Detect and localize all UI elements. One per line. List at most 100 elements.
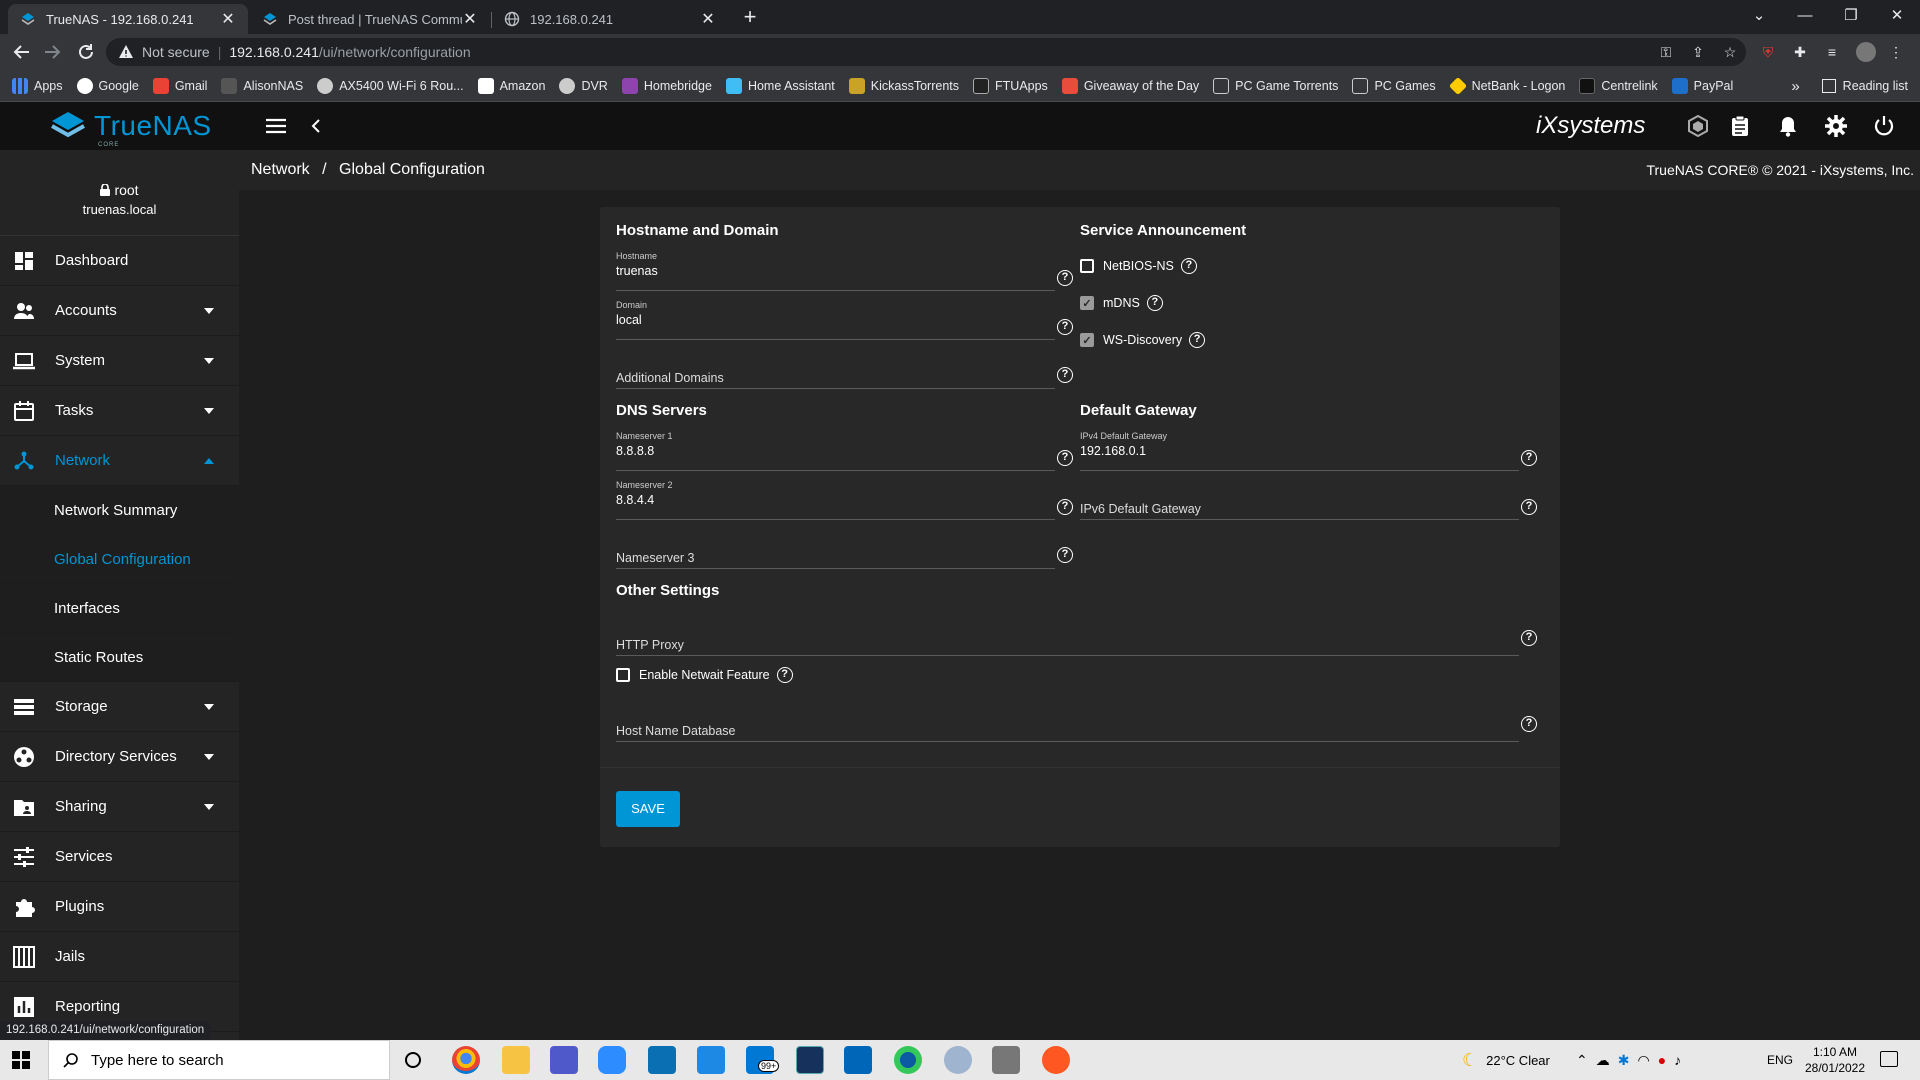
tab-search-icon[interactable]: ⌄ (1736, 0, 1782, 30)
sidebar-item-storage[interactable]: Storage (0, 682, 239, 732)
collapse-sidebar-icon[interactable] (304, 114, 328, 138)
bookmark-centrelink[interactable]: Centrelink (1579, 77, 1658, 94)
help-icon[interactable]: ? (1521, 450, 1537, 466)
teams-icon[interactable] (550, 1046, 578, 1074)
help-icon[interactable]: ? (1057, 499, 1073, 515)
bookmark-giveaway[interactable]: Giveaway of the Day (1061, 77, 1199, 94)
help-icon[interactable]: ? (1521, 716, 1537, 732)
settings-gear-icon[interactable] (1824, 114, 1848, 138)
notification-center-icon[interactable] (1880, 1051, 1898, 1067)
ublock-extension-icon[interactable]: ⛨ (1758, 42, 1778, 62)
settings-app-icon[interactable] (944, 1046, 972, 1074)
sidebar-item-interfaces[interactable]: Interfaces (0, 584, 239, 633)
netbios-checkbox[interactable]: NetBIOS-NS ? (1080, 258, 1197, 274)
back-icon[interactable] (8, 38, 36, 66)
antivirus-icon[interactable]: ● (1658, 1052, 1674, 1068)
bookmark-paypal[interactable]: PayPal (1671, 77, 1733, 94)
mail-icon[interactable]: 99+ (746, 1046, 780, 1074)
help-icon[interactable]: ? (1057, 270, 1073, 286)
help-icon[interactable]: ? (1521, 630, 1537, 646)
reading-list[interactable]: Reading list (1843, 79, 1908, 93)
sidebar-item-dashboard[interactable]: Dashboard (0, 236, 239, 286)
forward-icon[interactable] (38, 38, 66, 66)
hostname-field[interactable]: Hostname truenas (616, 247, 1055, 291)
file-explorer-icon[interactable] (502, 1046, 530, 1074)
app-icon[interactable] (992, 1046, 1020, 1074)
nameserver2-field[interactable]: Nameserver 2 8.8.4.4 (616, 476, 1055, 520)
bookmark-homebridge[interactable]: Homebridge (621, 77, 712, 94)
netwait-checkbox[interactable]: Enable Netwait Feature ? (616, 667, 793, 683)
key-icon[interactable]: ⚿ (1656, 42, 1676, 62)
sidebar-item-plugins[interactable]: Plugins (0, 882, 239, 932)
nameserver3-field[interactable]: Nameserver 3 (616, 525, 1055, 569)
bookmark-pc-games[interactable]: PC Games (1352, 77, 1436, 94)
share-icon[interactable]: ⇪ (1688, 42, 1708, 62)
app-icon[interactable] (1042, 1046, 1070, 1074)
checkbox-unchecked[interactable] (616, 668, 630, 682)
help-icon[interactable]: ? (1057, 547, 1073, 563)
bookmark-alisonnas[interactable]: AlisonNAS (221, 77, 303, 94)
new-tab-button[interactable]: + (736, 4, 764, 32)
language-indicator[interactable]: ENG (1767, 1040, 1793, 1080)
cortana-icon[interactable] (405, 1052, 421, 1068)
star-icon[interactable]: ☆ (1720, 42, 1740, 62)
help-icon[interactable]: ? (1180, 258, 1197, 274)
bookmark-gmail[interactable]: Gmail (152, 77, 207, 94)
tray-overflow-icon[interactable]: ⌃ (1576, 1052, 1596, 1069)
additional-domains-field[interactable]: Additional Domains (616, 345, 1055, 389)
browser-tab-ip[interactable]: 192.168.0.241 ✕ (492, 4, 728, 34)
system-tray-icons[interactable]: ⌃ ☁ ✱ ◠ ● ♪ (1576, 1040, 1689, 1080)
bookmark-pc-game-torrents[interactable]: PC Game Torrents (1213, 77, 1338, 94)
cloud-icon[interactable]: ☁ (1596, 1052, 1618, 1069)
more-bookmarks-icon[interactable]: » (1791, 78, 1799, 95)
app-icon[interactable] (796, 1046, 824, 1074)
restore-icon[interactable]: ❐ (1828, 0, 1874, 30)
taskbar-search[interactable]: Type here to search (48, 1040, 390, 1080)
windows-start-icon[interactable] (12, 1051, 30, 1069)
close-tab-icon[interactable]: ✕ (220, 9, 236, 29)
checkbox-unchecked[interactable] (1080, 259, 1094, 273)
wifi-icon[interactable]: ◠ (1637, 1052, 1657, 1069)
edge-icon[interactable] (894, 1046, 922, 1074)
sidebar-item-static-routes[interactable]: Static Routes (0, 633, 239, 682)
ixsystems-logo[interactable]: iXsystems (1536, 112, 1645, 140)
breadcrumb-network[interactable]: Network (251, 161, 310, 178)
nameserver1-field[interactable]: Nameserver 1 8.8.8.8 (616, 427, 1055, 471)
help-icon[interactable]: ? (1189, 332, 1206, 348)
sidebar-item-sharing[interactable]: Sharing (0, 782, 239, 832)
sidebar-item-services[interactable]: Services (0, 832, 239, 882)
sidebar-item-global-configuration[interactable]: Global Configuration (0, 535, 239, 584)
clock[interactable]: 1:10 AM 28/01/2022 (1800, 1044, 1870, 1076)
sidebar-item-tasks[interactable]: Tasks (0, 386, 239, 436)
task-manager-icon[interactable] (1728, 114, 1752, 138)
minimize-icon[interactable]: — (1782, 0, 1828, 30)
menu-icon[interactable]: ⋮ (1886, 42, 1906, 62)
app-icon[interactable] (648, 1046, 676, 1074)
sidebar-item-system[interactable]: System (0, 336, 239, 386)
browser-tab-truenas[interactable]: TrueNAS - 192.168.0.241 ✕ (8, 4, 248, 34)
calendar-app-icon[interactable] (697, 1046, 725, 1074)
sidebar-item-accounts[interactable]: Accounts (0, 286, 239, 336)
save-button[interactable]: SAVE (616, 791, 680, 827)
checkbox-checked[interactable]: ✓ (1080, 296, 1094, 310)
bookmark-home-assistant[interactable]: Home Assistant (725, 77, 835, 94)
ws-discovery-checkbox[interactable]: ✓ WS-Discovery ? (1080, 332, 1206, 348)
truenas-logo[interactable]: TrueNAS CORE (48, 110, 212, 148)
truecommand-icon[interactable] (1686, 114, 1710, 138)
store-icon[interactable] (844, 1046, 872, 1074)
help-icon[interactable]: ? (1521, 499, 1537, 515)
browser-tab-community[interactable]: Post thread | TrueNAS Communit ✕ (250, 4, 490, 34)
bookmark-amazon[interactable]: Amazon (477, 77, 545, 94)
help-icon[interactable]: ? (776, 667, 793, 683)
reload-icon[interactable] (72, 38, 100, 66)
help-icon[interactable]: ? (1146, 295, 1163, 311)
http-proxy-field[interactable]: HTTP Proxy (616, 612, 1519, 656)
help-icon[interactable]: ? (1057, 367, 1073, 383)
close-tab-icon[interactable]: ✕ (700, 9, 716, 29)
help-icon[interactable]: ? (1057, 319, 1073, 335)
bookmark-dvr[interactable]: DVR (559, 77, 608, 94)
close-tab-icon[interactable]: ✕ (462, 9, 478, 29)
window-close-icon[interactable]: ✕ (1874, 0, 1920, 30)
bluetooth-icon[interactable]: ✱ (1618, 1052, 1638, 1069)
profile-avatar[interactable] (1856, 42, 1876, 62)
